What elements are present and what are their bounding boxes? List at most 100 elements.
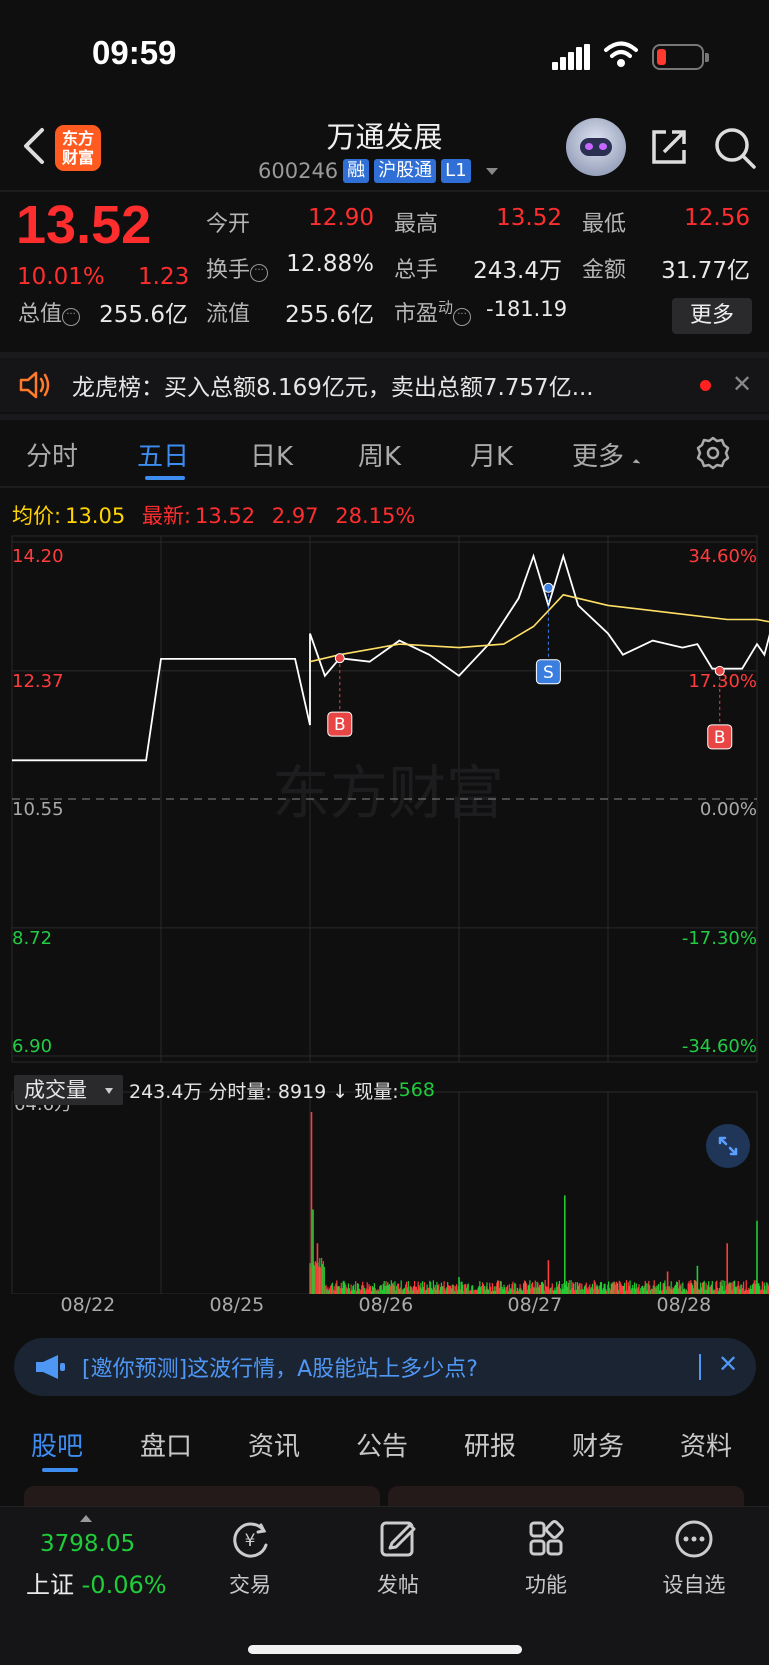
tab-daily-k[interactable]: 日K — [250, 436, 293, 473]
active-tab-indicator — [42, 1468, 78, 1472]
volume-label: 总手 — [394, 258, 439, 283]
tag-level: L1 — [441, 159, 471, 183]
nav-functions[interactable]: 功能 — [506, 1519, 586, 1599]
pe-value: -181.19 — [486, 297, 568, 321]
stock-code: 600246 — [258, 159, 339, 183]
info-icon[interactable]: ··· — [453, 308, 472, 326]
edit-icon — [380, 1521, 416, 1557]
latest-label: 最新: — [141, 504, 191, 528]
five-day-chart[interactable]: 东方财富14.20 34.60%12.37 17.30%10.55 0.00%8.72… — [0, 528, 769, 1294]
tab-weekly-k[interactable]: 周K — [358, 436, 401, 473]
mktcap-label: 总值 ··· — [18, 296, 81, 330]
signal-icon — [552, 44, 590, 70]
marker-label: B — [334, 715, 346, 735]
tab-guba[interactable]: 股吧 — [31, 1426, 83, 1463]
nav-post[interactable]: 发帖 — [358, 1519, 438, 1599]
amount-value: 31.77亿 — [661, 258, 750, 284]
index-value[interactable]: 3798.05 — [40, 1531, 135, 1557]
tag-margin: 融 — [343, 159, 370, 183]
indicator-select[interactable]: 成交量 — [14, 1075, 123, 1105]
close-icon[interactable]: ✕ — [718, 1350, 738, 1378]
marker-dot — [714, 665, 725, 676]
wifi-icon — [604, 41, 638, 67]
chart-period-tabs: 分时 五日 日K 周K 月K 更多 — [0, 422, 769, 486]
float-cap-value: 255.6亿 — [285, 302, 374, 328]
open-value: 12.90 — [308, 205, 374, 231]
tab-intraday[interactable]: 分时 — [26, 436, 78, 473]
change-value: 1.23 — [138, 264, 190, 290]
dragon-tiger-notice[interactable]: 龙虎榜：买入总额8.169亿元，卖出总额7.757亿... ✕ — [0, 358, 769, 412]
quote-panel: 13.52 10.01% 1.23 今开 12.90 最高 13.52 最低 1… — [0, 192, 769, 352]
tag-connect: 沪股通 — [374, 159, 437, 183]
stock-code-row[interactable]: 600246 融 沪股通 L1 — [258, 158, 498, 184]
mktcap-value: 255.6亿 — [99, 302, 188, 328]
low-label: 最低 — [582, 212, 627, 237]
date-label: 08/25 — [209, 1294, 265, 1316]
notice-text: 龙虎榜：买入总额8.169亿元，卖出总额7.757亿... — [72, 375, 594, 401]
open-label: 今开 — [206, 212, 251, 237]
caret-icon — [632, 459, 641, 467]
tab-announcements[interactable]: 公告 — [356, 1426, 408, 1463]
marker-dot — [334, 653, 345, 664]
banner-text: [邀你预测]这波行情，A股能站上多少点? — [82, 1357, 478, 1382]
high-label: 最高 — [394, 212, 439, 237]
bottom-nav: 3798.05 上证 -0.06% ¥ 交易 发帖 功能 设自选 — [0, 1506, 769, 1665]
share-icon[interactable] — [648, 126, 690, 168]
card-peek — [24, 1486, 380, 1506]
unread-dot — [700, 380, 711, 391]
index-summary[interactable]: 上证 -0.06% — [26, 1565, 167, 1600]
tab-financials[interactable]: 财务 — [572, 1426, 624, 1463]
card-peek — [388, 1486, 744, 1506]
y-axis-label-right: 34.60% — [688, 546, 757, 567]
pe-label: 市盈动 ··· — [394, 296, 472, 330]
tab-research[interactable]: 研报 — [464, 1426, 516, 1463]
volume-frame — [11, 1091, 758, 1294]
y-axis-label-left: 8.72 — [12, 928, 52, 949]
close-icon[interactable]: ✕ — [732, 370, 752, 398]
date-label: 08/28 — [656, 1294, 712, 1316]
amount-label: 金额 — [582, 258, 627, 283]
prediction-banner[interactable]: [邀你预测]这波行情，A股能站上多少点? ✕ — [14, 1338, 756, 1396]
last-price: 13.52 — [16, 195, 152, 255]
tab-profile[interactable]: 资料 — [680, 1426, 732, 1463]
status-time: 09:59 — [92, 34, 177, 71]
low-value: 12.56 — [684, 205, 750, 231]
speaker-icon — [19, 371, 50, 399]
svg-text:¥: ¥ — [245, 1531, 256, 1551]
trade-icon: ¥ — [233, 1522, 268, 1558]
info-icon[interactable]: ··· — [62, 308, 81, 326]
gear-icon[interactable] — [696, 436, 730, 470]
period-change-pct: 28.15% — [335, 504, 416, 528]
tab-order-book[interactable]: 盘口 — [140, 1426, 192, 1463]
latest-value: 13.52 — [194, 504, 256, 528]
y-axis-label-left: 12.37 — [12, 671, 64, 692]
banner-divider — [699, 1354, 701, 1380]
expand-icon[interactable] — [706, 1124, 750, 1168]
volume-header: 成交量 243.4万 分时量: 8919 ↓ 现量: 568 — [14, 1074, 435, 1106]
more-dots-icon — [675, 1520, 713, 1558]
chevron-down-icon — [485, 167, 498, 175]
chevron-up-icon[interactable] — [80, 1515, 92, 1522]
volume-value: 243.4万 — [473, 258, 562, 284]
avg-label: 均价: — [12, 504, 62, 528]
nav-watchlist[interactable]: 设自选 — [654, 1519, 734, 1599]
float-cap-label: 流值 — [206, 302, 251, 327]
x-axis-dates: 08/22 08/25 08/26 08/27 08/28 — [0, 1294, 769, 1320]
marker-dot — [543, 582, 554, 593]
nav-trade[interactable]: ¥ 交易 — [210, 1519, 290, 1599]
y-axis-label-left: 14.20 — [12, 546, 64, 567]
status-bar: 09:59 — [0, 0, 769, 110]
more-button[interactable]: 更多 — [672, 298, 752, 334]
tab-news[interactable]: 资讯 — [248, 1426, 300, 1463]
tab-five-day[interactable]: 五日 — [137, 436, 189, 473]
turnover-value: 12.88% — [286, 251, 374, 277]
tab-more[interactable]: 更多 — [572, 436, 624, 473]
assistant-avatar[interactable] — [566, 118, 626, 176]
tab-monthly-k[interactable]: 月K — [470, 436, 513, 473]
average-line — [309, 593, 769, 663]
y-axis-label-right: -34.60% — [682, 1036, 757, 1057]
y-axis-label-right: 0.00% — [700, 799, 757, 820]
info-icon[interactable]: ··· — [250, 264, 269, 282]
date-label: 08/22 — [60, 1294, 116, 1316]
search-icon[interactable] — [713, 126, 757, 170]
